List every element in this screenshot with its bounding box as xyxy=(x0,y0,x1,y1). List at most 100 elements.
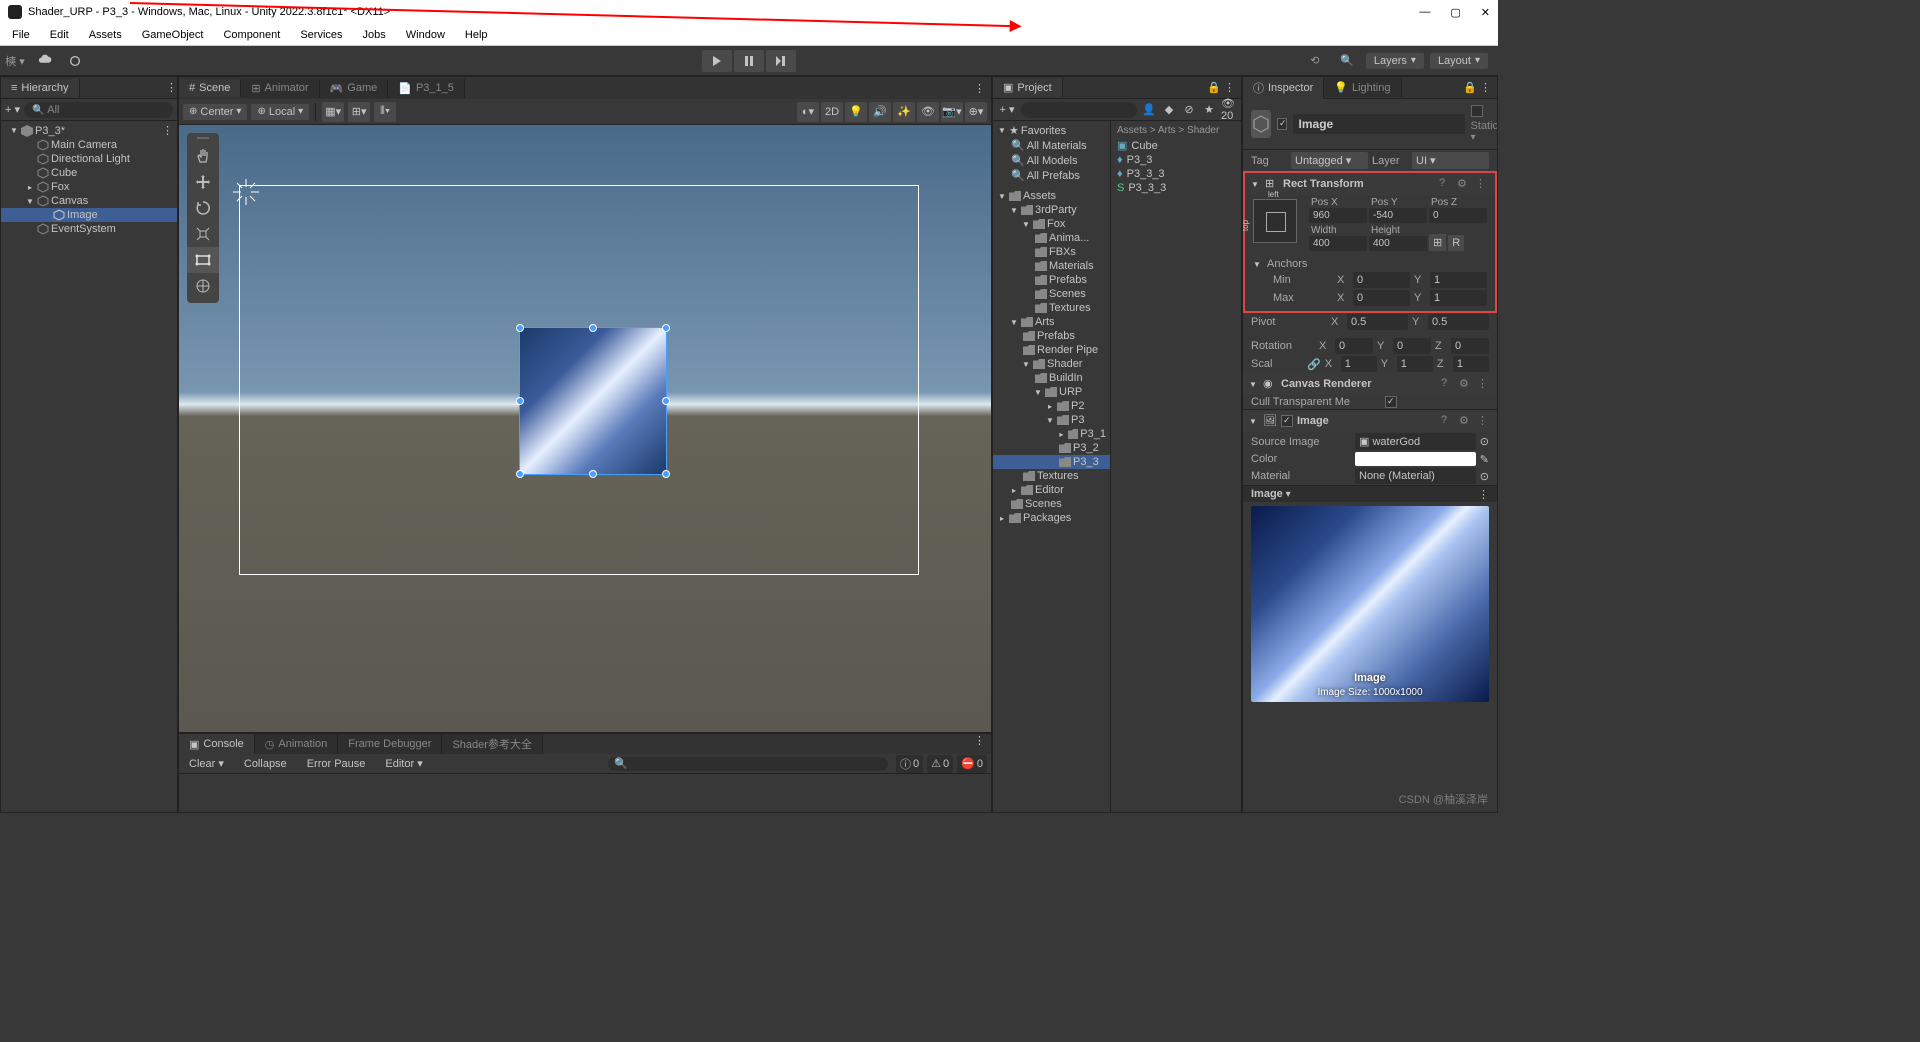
menu-assets[interactable]: Assets xyxy=(81,27,130,43)
menu-edit[interactable]: Edit xyxy=(42,27,77,43)
framedebugger-tab[interactable]: Frame Debugger xyxy=(338,734,442,754)
hierarchy-item[interactable]: Cube xyxy=(1,166,177,180)
folder-item[interactable]: ▼ P3 xyxy=(993,413,1110,427)
space-dropdown[interactable]: ⊕Local▾ xyxy=(251,104,309,120)
undo-history-icon[interactable]: ⟲ xyxy=(1302,50,1328,72)
posz-field[interactable]: 0 xyxy=(1429,208,1487,223)
maximize-button[interactable]: ▢ xyxy=(1450,6,1460,19)
hand-tool[interactable] xyxy=(187,143,219,169)
shading-dropdown[interactable]: ◐▾ xyxy=(797,102,819,122)
menu-icon[interactable]: ⋮ xyxy=(1475,177,1489,191)
collapse-button[interactable]: Collapse xyxy=(238,756,293,772)
asset-item[interactable]: ♦ P3_3_3 xyxy=(1113,167,1239,181)
search-icon[interactable]: 🔍 xyxy=(1334,50,1360,72)
panel-menu-icon[interactable]: 🔒 ⋮ xyxy=(1457,81,1497,94)
star-icon[interactable]: ★ xyxy=(1201,102,1217,118)
menu-component[interactable]: Component xyxy=(215,27,288,43)
folder-item[interactable]: Render Pipe xyxy=(993,343,1110,357)
hierarchy-item[interactable]: ▼Canvas xyxy=(1,194,177,208)
folder-item[interactable]: Materials xyxy=(993,259,1110,273)
pivot-dropdown[interactable]: ⊕Center▾ xyxy=(183,104,247,120)
pivot-y[interactable]: 0.5 xyxy=(1428,314,1489,330)
favorites[interactable]: ▼★ Favorites xyxy=(993,123,1110,138)
menu-window[interactable]: Window xyxy=(398,27,453,43)
layout-dropdown[interactable]: Layout ▾ xyxy=(1430,53,1488,69)
menu-file[interactable]: File xyxy=(4,27,38,43)
hidden-icon[interactable]: 👁 xyxy=(917,102,939,122)
object-picker-icon[interactable]: ⊙ xyxy=(1480,435,1489,448)
folder-item[interactable]: ▸ P2 xyxy=(993,399,1110,413)
scale-y[interactable]: 1 xyxy=(1397,356,1433,372)
rot-x[interactable]: 0 xyxy=(1335,338,1373,354)
menu-icon[interactable]: ⋮ xyxy=(1477,377,1491,391)
search-item[interactable]: 🔍 All Materials xyxy=(993,138,1110,153)
asset-item[interactable]: S P3_3_3 xyxy=(1113,181,1239,195)
layers-dropdown[interactable]: Layers ▾ xyxy=(1366,53,1424,69)
close-button[interactable]: ✕ xyxy=(1481,6,1490,19)
console-tab[interactable]: ▣ Console xyxy=(179,734,255,754)
info-count[interactable]: ⓘ 0 xyxy=(896,755,923,773)
errorpause-button[interactable]: Error Pause xyxy=(301,756,372,772)
resize-handle[interactable] xyxy=(589,324,597,332)
name-field[interactable] xyxy=(1293,114,1465,134)
folder-item[interactable]: ▸ Editor xyxy=(993,483,1110,497)
asset-item[interactable]: ▣ Cube xyxy=(1113,138,1239,153)
assets-folder[interactable]: ▼ Assets xyxy=(993,189,1110,203)
width-field[interactable]: 400 xyxy=(1309,236,1367,251)
warning-count[interactable]: ⚠ 0 xyxy=(927,755,953,773)
pivot-x[interactable]: 0.5 xyxy=(1347,314,1408,330)
menu-icon[interactable]: ⋮ xyxy=(1477,414,1491,428)
static-dropdown[interactable]: Static ▾ xyxy=(1471,105,1497,143)
type-icon[interactable]: ◆ xyxy=(1161,102,1177,118)
posx-field[interactable]: 960 xyxy=(1309,208,1367,223)
hierarchy-item-selected[interactable]: Image xyxy=(1,208,177,222)
panel-menu-icon[interactable]: ⋮ xyxy=(968,734,991,754)
anchor-miny[interactable]: 1 xyxy=(1430,272,1487,288)
anchor-maxx[interactable]: 0 xyxy=(1353,290,1410,306)
menu-help[interactable]: Help xyxy=(457,27,496,43)
hierarchy-tab[interactable]: ≡ Hierarchy xyxy=(1,79,80,97)
resize-handle[interactable] xyxy=(662,470,670,478)
label-icon[interactable]: ⊘ xyxy=(1181,102,1197,118)
editor-dropdown[interactable]: Editor ▾ xyxy=(379,755,428,772)
anchors-label[interactable]: Anchors xyxy=(1267,258,1327,270)
rot-y[interactable]: 0 xyxy=(1393,338,1431,354)
preview-header[interactable]: Image ▾⋮ xyxy=(1243,486,1497,502)
resize-handle[interactable] xyxy=(516,324,524,332)
folder-item-selected[interactable]: P3_3 xyxy=(993,455,1110,469)
packages-folder[interactable]: ▸ Packages xyxy=(993,511,1110,525)
animation-tab[interactable]: ◷ Animation xyxy=(255,734,339,754)
scene-root[interactable]: ▼P3_3*⋮ xyxy=(1,123,177,138)
scale-z[interactable]: 1 xyxy=(1453,356,1489,372)
hierarchy-item[interactable]: EventSystem xyxy=(1,222,177,236)
resize-handle[interactable] xyxy=(662,324,670,332)
project-search[interactable] xyxy=(1021,102,1137,118)
rect-tool[interactable] xyxy=(187,247,219,273)
search-item[interactable]: 🔍 All Models xyxy=(993,153,1110,168)
foldout-icon[interactable]: ▼ xyxy=(1251,180,1261,189)
gizmos-icon[interactable]: ⊕▾ xyxy=(965,102,987,122)
source-image-field[interactable]: ▣ waterGod xyxy=(1355,433,1476,450)
anchor-preset[interactable]: left top xyxy=(1253,199,1297,243)
active-checkbox[interactable] xyxy=(1277,118,1287,130)
create-button[interactable]: + ▾ xyxy=(997,103,1017,116)
folder-item[interactable]: ▸ P3_1 xyxy=(993,427,1110,441)
rotate-tool[interactable] xyxy=(187,195,219,221)
asset-tab[interactable]: 📄 P3_1_5 xyxy=(388,79,465,98)
scene-tab[interactable]: # Scene xyxy=(179,79,241,97)
folder-item[interactable]: Scenes xyxy=(993,287,1110,301)
create-dropdown[interactable]: + ▾ xyxy=(5,103,20,116)
resize-handle[interactable] xyxy=(662,397,670,405)
folder-item[interactable]: BuildIn xyxy=(993,371,1110,385)
folder-item[interactable]: Prefabs xyxy=(993,329,1110,343)
shaderref-tab[interactable]: Shader参考大全 xyxy=(442,734,542,754)
snap-icon[interactable]: ⊞▾ xyxy=(348,102,370,122)
help-icon[interactable]: ? xyxy=(1439,177,1453,191)
tag-dropdown[interactable]: Untagged ▾ xyxy=(1291,152,1368,169)
filter-icon[interactable]: 👤 xyxy=(1141,102,1157,118)
image-selection[interactable] xyxy=(519,327,667,475)
anchor-maxy[interactable]: 1 xyxy=(1430,290,1487,306)
help-icon[interactable]: ? xyxy=(1441,377,1455,391)
transform-tool[interactable] xyxy=(187,273,219,299)
folder-item[interactable]: Scenes xyxy=(993,497,1110,511)
